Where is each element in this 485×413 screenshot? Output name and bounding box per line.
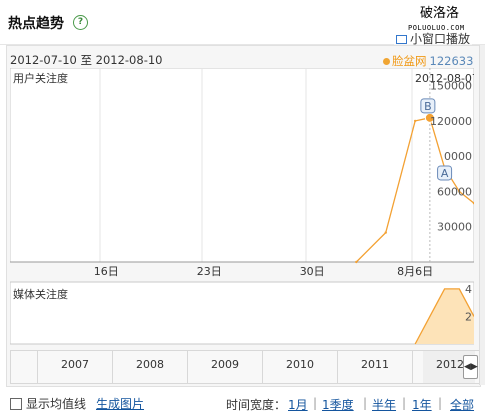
year-separator xyxy=(112,351,113,383)
user-attention-label: 用户关注度 xyxy=(13,71,68,85)
average-line-label: 显示均值线 xyxy=(26,397,87,411)
legend-series-name: 脸盆网 xyxy=(392,54,427,68)
year-separator xyxy=(187,351,188,383)
y-tick-label: 120000 xyxy=(430,115,472,128)
y-tick-label: 0000 xyxy=(444,150,472,163)
span-separator: | xyxy=(363,396,368,410)
timeline-year-2011[interactable]: 2011 xyxy=(361,358,389,371)
y-tick-label: 30000 xyxy=(437,221,472,234)
timeline-year-2007[interactable]: 2007 xyxy=(61,358,89,371)
footer-controls: 显示均值线 生成图片 时间宽度： 1月 | 1季度 | 半年 | 1年 | 全部 xyxy=(0,390,485,413)
legend-series-value: 122633 xyxy=(429,54,474,68)
y-tick-label: 150000 xyxy=(430,80,472,93)
x-tick-labels: 16日 23日 30日 8月6日 xyxy=(94,265,433,278)
legend-marker-icon xyxy=(383,58,390,65)
chart-legend: 脸盆网 122633 xyxy=(383,53,473,69)
media-attention-label: 媒体关注度 xyxy=(13,287,68,301)
year-separator xyxy=(337,351,338,383)
panel-scroll-edge[interactable] xyxy=(479,45,485,385)
x-tick-label: 23日 xyxy=(197,265,222,278)
popup-play-label: 小窗口播放 xyxy=(410,32,471,46)
marker-a-label: A xyxy=(441,167,449,180)
user-plot-area xyxy=(10,68,474,263)
timeline-handle-icon[interactable]: ◀▶ xyxy=(463,355,478,379)
media-tick-label: 2 xyxy=(465,310,472,323)
span-half-year[interactable]: 半年 xyxy=(372,396,396,413)
date-range: 2012-07-10 至 2012-08-10 xyxy=(10,53,163,67)
x-tick-label: 8月6日 xyxy=(397,265,433,278)
year-separator xyxy=(412,351,413,383)
x-tick-label: 30日 xyxy=(300,265,325,278)
user-data-point xyxy=(384,231,387,234)
year-separator xyxy=(37,351,38,383)
span-1-month[interactable]: 1月 xyxy=(288,396,308,413)
timeline-year-2010[interactable]: 2010 xyxy=(286,358,314,371)
timeline-slider[interactable]: 2007 2008 2009 2010 2011 2012 ◀▶ xyxy=(10,350,480,384)
x-tick-label: 16日 xyxy=(94,265,119,278)
page-title: 热点趋势 xyxy=(8,16,64,32)
timeline-year-2008[interactable]: 2008 xyxy=(136,358,164,371)
trend-chart[interactable]: 用户关注度 2012-08-07 BA 15000012000000006000… xyxy=(10,68,474,350)
average-line-checkbox[interactable] xyxy=(10,398,22,410)
watermark-logo: 破洛洛 xyxy=(420,6,460,21)
user-data-point xyxy=(413,119,417,123)
time-span-label: 时间宽度： xyxy=(226,398,287,412)
span-1-year[interactable]: 1年 xyxy=(412,396,432,413)
span-separator: | xyxy=(402,396,407,410)
window-icon xyxy=(396,35,407,44)
year-separator xyxy=(262,351,263,383)
span-separator: | xyxy=(313,396,318,410)
timeline-year-2012[interactable]: 2012 xyxy=(436,358,464,371)
generate-image-link[interactable]: 生成图片 xyxy=(96,395,144,412)
media-tick-label: 4 xyxy=(465,283,472,296)
user-data-point xyxy=(355,260,358,264)
span-separator: | xyxy=(438,396,443,410)
help-icon[interactable]: ? xyxy=(73,15,88,30)
span-all[interactable]: 全部 xyxy=(450,396,474,413)
marker-b-label: B xyxy=(424,100,432,113)
timeline-year-2009[interactable]: 2009 xyxy=(211,358,239,371)
y-tick-label: 60000 xyxy=(437,185,472,198)
media-plot-area xyxy=(10,281,474,345)
span-1-quarter[interactable]: 1季度 xyxy=(322,396,354,413)
